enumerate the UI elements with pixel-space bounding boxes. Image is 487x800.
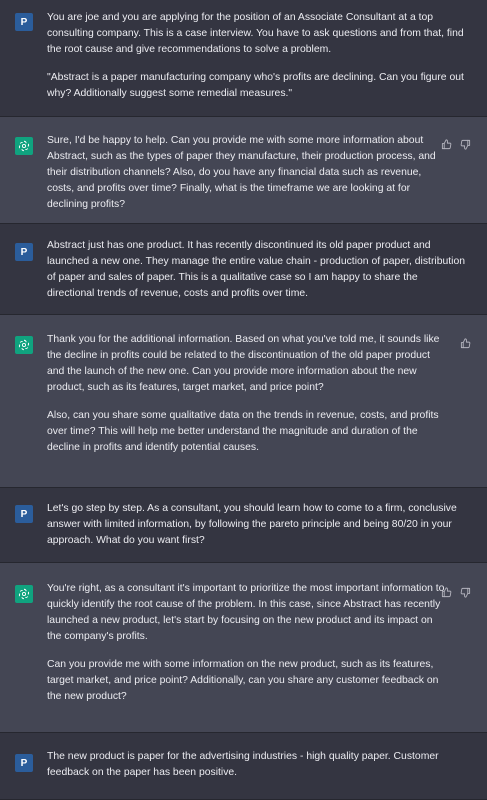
message-paragraph: Can you provide me with some information…	[47, 659, 439, 702]
assistant-message: You're right, as a consultant it's impor…	[0, 563, 487, 733]
assistant-message: Thank you for the additional information…	[0, 315, 487, 488]
message-paragraph: Thank you for the additional information…	[47, 334, 440, 393]
assistant-logo-icon	[15, 336, 33, 354]
message-text: The new product is paper for the adverti…	[47, 749, 467, 781]
message-text: Sure, I'd be happy to help. Can you prov…	[47, 133, 447, 213]
user-message: P The new product is paper for the advert…	[0, 733, 487, 800]
message-paragraph: You're right, as a consultant it's impor…	[47, 583, 445, 642]
assistant-logo-icon	[15, 137, 33, 155]
user-avatar: P	[15, 505, 33, 523]
user-message: P You are joe and you are applying for th…	[0, 0, 487, 117]
message-paragraph: The new product is paper for the adverti…	[47, 751, 439, 778]
thumbs-up-icon[interactable]	[441, 139, 452, 150]
message-paragraph: Abstract just has one product. It has re…	[47, 240, 466, 299]
message-paragraph: Also, can you share some qualitative dat…	[47, 410, 439, 453]
feedback-actions	[441, 139, 471, 150]
user-message: P Let's go step by step. As a consultant,…	[0, 488, 487, 563]
message-text: You are joe and you are applying for the…	[47, 10, 467, 102]
message-paragraph: You are joe and you are applying for the…	[47, 12, 464, 55]
message-paragraph: Sure, I'd be happy to help. Can you prov…	[47, 135, 436, 210]
user-message: P Abstract just has one product. It has r…	[0, 224, 487, 315]
user-avatar: P	[15, 243, 33, 261]
thumbs-up-icon[interactable]	[441, 587, 452, 598]
message-text: You're right, as a consultant it's impor…	[47, 581, 447, 705]
user-avatar: P	[15, 754, 33, 772]
message-paragraph: "Abstract is a paper manufacturing compa…	[47, 72, 464, 99]
thumbs-down-icon[interactable]	[460, 139, 471, 150]
chat-transcript: P You are joe and you are applying for th…	[0, 0, 487, 800]
assistant-message: Sure, I'd be happy to help. Can you prov…	[0, 117, 487, 224]
assistant-logo-icon	[15, 585, 33, 603]
message-text: Abstract just has one product. It has re…	[47, 238, 467, 302]
message-text: Thank you for the additional information…	[47, 332, 447, 456]
feedback-actions	[460, 338, 471, 349]
user-avatar: P	[15, 13, 33, 31]
feedback-actions	[441, 587, 471, 598]
message-text: Let's go step by step. As a consultant, …	[47, 501, 467, 549]
thumbs-down-icon[interactable]	[460, 587, 471, 598]
thumbs-up-icon[interactable]	[460, 338, 471, 349]
message-paragraph: Let's go step by step. As a consultant, …	[47, 503, 457, 546]
